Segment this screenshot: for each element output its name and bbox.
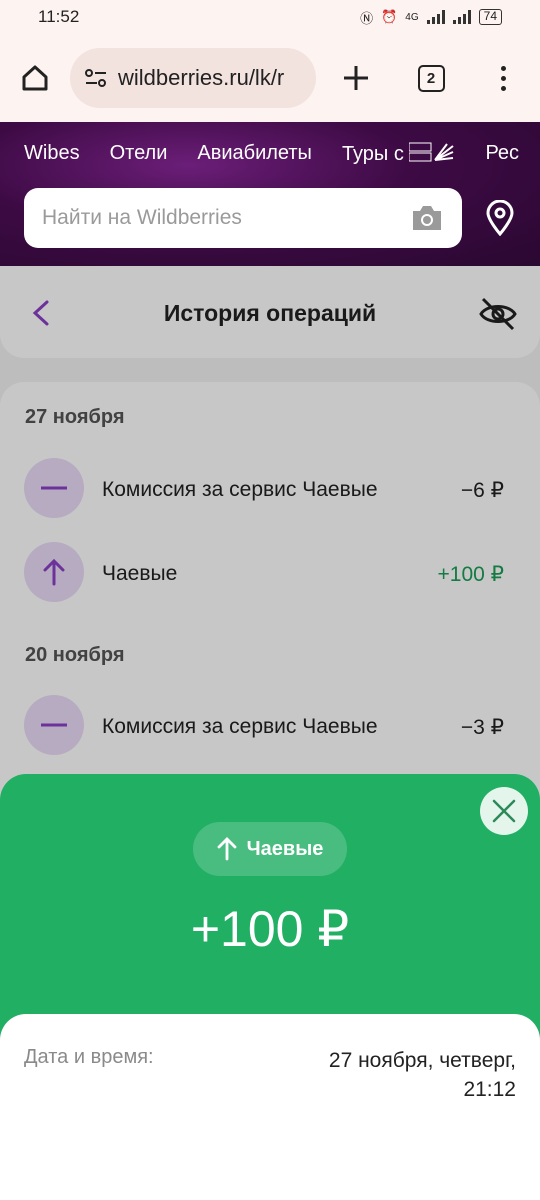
- nav-item-hotels[interactable]: Отели: [110, 142, 168, 166]
- alarm-icon: ⏰: [381, 9, 398, 24]
- browser-menu-button[interactable]: [466, 65, 540, 91]
- close-icon: [492, 799, 516, 823]
- signal-icon: [426, 10, 445, 24]
- search-input[interactable]: Найти на Wildberries: [24, 188, 462, 248]
- browser-toolbar: wildberries.ru/lk/r 2: [0, 34, 540, 122]
- location-pin-icon[interactable]: [484, 200, 516, 236]
- search-placeholder: Найти на Wildberries: [42, 206, 242, 229]
- network-label: 4G: [405, 11, 419, 23]
- tabs-button[interactable]: 2: [396, 64, 466, 92]
- tab-count: 2: [417, 64, 445, 92]
- url-text: wildberries.ru/lk/r: [118, 65, 285, 90]
- menu-dot: [500, 75, 506, 81]
- home-icon: [22, 65, 48, 91]
- nav-item-tours-label: Туры с: [341, 143, 404, 165]
- arrow-up-icon: [217, 837, 236, 861]
- menu-dot: [500, 65, 506, 71]
- status-bar: 11:52 Ⓝ ⏰ 4G 74: [0, 0, 540, 34]
- battery-icon: 74: [478, 9, 502, 25]
- nav-item-wibes[interactable]: Wibes: [24, 142, 80, 166]
- site-settings-icon: [85, 69, 106, 87]
- wb-nav: Wibes Отели Авиабилеты Туры с Рес: [24, 142, 519, 166]
- operation-amount-large: +100 ₽: [190, 901, 350, 957]
- signal-icon-2: [452, 10, 471, 24]
- nav-item-flights[interactable]: Авиабилеты: [197, 142, 312, 166]
- plus-icon: [344, 66, 368, 90]
- chip-label: Чаевые: [246, 837, 324, 860]
- status-time: 11:52: [38, 7, 80, 26]
- menu-dot: [500, 85, 506, 91]
- new-tab-button[interactable]: [316, 65, 396, 91]
- operation-detail-sheet: Чаевые +100 ₽ Дата и время: 27 ноября, ч…: [0, 774, 540, 1200]
- camera-icon[interactable]: [410, 203, 444, 233]
- home-button[interactable]: [0, 63, 70, 93]
- close-button[interactable]: [480, 787, 528, 835]
- operation-type-chip: Чаевые: [193, 822, 347, 876]
- detail-value: 27 ноября, четверг, 21:12: [328, 1049, 516, 1101]
- nfc-icon: Ⓝ: [360, 10, 374, 26]
- nav-item-tours[interactable]: Туры с: [342, 142, 456, 166]
- detail-label: Дата и время:: [24, 1046, 154, 1068]
- detail-panel: Дата и время: 27 ноября, четверг, 21:12: [0, 1014, 540, 1200]
- funsun-logo-icon: [408, 142, 455, 162]
- status-icons: Ⓝ ⏰ 4G 74: [360, 8, 502, 27]
- nav-item-more[interactable]: Рес: [485, 142, 519, 166]
- wb-header: Wibes Отели Авиабилеты Туры с Рес Найти …: [0, 122, 540, 266]
- address-bar[interactable]: wildberries.ru/lk/r: [70, 48, 316, 108]
